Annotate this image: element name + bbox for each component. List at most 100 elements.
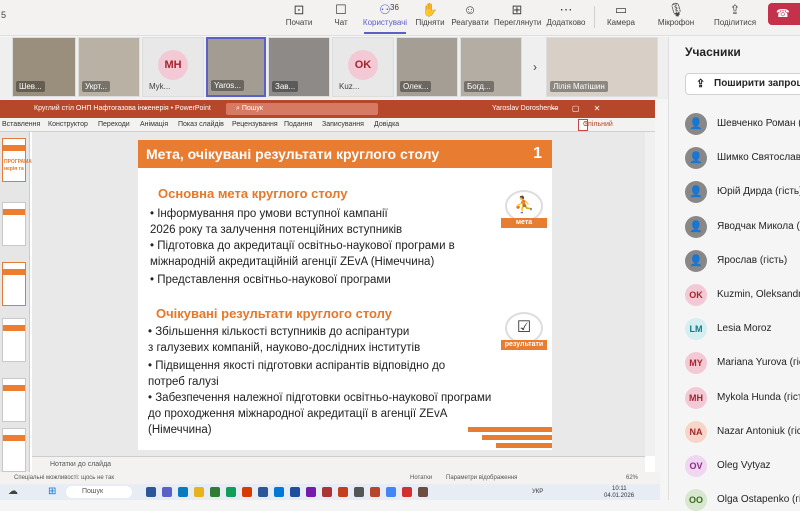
weather-icon[interactable]: ☁ (8, 486, 18, 497)
ribbon-tab[interactable]: Анімація (140, 118, 168, 132)
slide-bullet: потреб галузі (148, 376, 219, 388)
participant-row[interactable]: OOOlga Ostapenko (гість) (685, 487, 800, 511)
leave-button[interactable]: ☎ (768, 3, 800, 25)
avatar: OO (685, 489, 707, 511)
participant-name: Kuzmin, Oleksandr (717, 289, 800, 300)
slide-notes[interactable]: Нотатки до слайда (32, 456, 645, 472)
app-icon[interactable] (306, 487, 316, 497)
share-icon: ⇪ (729, 2, 741, 17)
view-button[interactable]: ⊞ Переглянути (494, 2, 541, 27)
app-icon[interactable] (178, 487, 188, 497)
participant-row[interactable]: MH Mykola Hunda (гість) (685, 385, 800, 409)
ribbon-tab[interactable]: Подання (284, 118, 312, 132)
share-invite-button[interactable]: ⇪ Поширити запрошення (685, 73, 800, 95)
app-icon[interactable] (418, 487, 428, 497)
slide-thumbnail[interactable] (2, 318, 26, 362)
windows-start-icon[interactable]: ⊞ (48, 486, 56, 497)
app-icon[interactable] (322, 487, 332, 497)
app-icon[interactable] (402, 487, 412, 497)
participant-row[interactable]: 👤 Шимко Святослав (гість) (685, 145, 800, 170)
video-tile[interactable]: Шев... (12, 37, 76, 97)
app-icon[interactable] (210, 487, 220, 497)
ppt-ribbon-tabs: Вставлення Конструктор Переходи Анімація… (0, 118, 655, 138)
camera-button[interactable]: ▭ Камера (598, 2, 644, 27)
video-tile-selected[interactable]: Yaros... (206, 37, 266, 97)
word-icon[interactable] (258, 487, 268, 497)
microphone-icon: 🎙 (667, 2, 685, 17)
ppt-share-button[interactable]: ⇪ Спільний доступ (578, 119, 613, 138)
participant-row[interactable]: 👤 Яводчак Микола (гість) (685, 214, 800, 238)
ribbon-tab[interactable]: Записування (322, 118, 364, 132)
app-icon[interactable] (354, 487, 364, 497)
ppt-search[interactable]: ⌕ Пошук (226, 103, 378, 115)
video-strip: Шев... Укрт... MH Myk... Yaros... Зав...… (0, 37, 668, 99)
teams-icon[interactable] (162, 487, 172, 497)
participant-name: Oleg Vytyaz (717, 460, 771, 471)
app-icon[interactable] (370, 487, 380, 497)
current-slide[interactable]: Мета, очікувані результати круглого стол… (138, 140, 552, 450)
more-icon: ⋯ (559, 2, 573, 17)
notes-toggle[interactable]: Нотатки (410, 472, 432, 484)
slide-scrollbar[interactable] (645, 132, 655, 456)
participant-row[interactable]: OK Kuzmin, Oleksandr (685, 282, 800, 306)
ppt-status-bar: Спеціальні можливості: щось не так Нотат… (0, 472, 660, 484)
chat-button[interactable]: ☐ Чат (318, 2, 364, 27)
app-icon[interactable] (386, 487, 396, 497)
ribbon-tab[interactable]: Довідка (374, 118, 399, 132)
video-tile-avatar[interactable]: MH Myk... (142, 37, 204, 97)
edge-icon[interactable] (274, 487, 284, 497)
ribbon-tab[interactable]: Конструктор (48, 118, 88, 132)
participant-row[interactable]: MY Mariana Yurova (гість) (685, 350, 800, 375)
react-button[interactable]: ☺ Реагувати (447, 2, 493, 27)
participant-name: Юрій Дирда (гість) (717, 186, 800, 198)
ribbon-tab[interactable]: Вставлення (2, 118, 40, 132)
microphone-button[interactable]: 🎙 Мікрофон (653, 2, 699, 27)
clock-date[interactable]: 04.01.2026 (604, 493, 634, 499)
participant-row[interactable]: 👤 Юрій Дирда (гість) (685, 179, 800, 204)
zoom-level[interactable]: 62% (626, 472, 638, 484)
slide-page-number: 1 (533, 145, 542, 162)
app-icon[interactable] (146, 487, 156, 497)
people-button[interactable]: ⚇ 36 Користувачі (362, 2, 408, 27)
video-tile[interactable]: Укрт... (78, 37, 140, 97)
language-indicator[interactable]: УКР (532, 489, 543, 495)
participant-row[interactable]: 👤 Шевченко Роман (гість) (685, 111, 800, 135)
slide-thumbnail[interactable]: ПРОГРАМА нерія та (2, 138, 32, 182)
slide-thumbnail[interactable] (2, 378, 26, 422)
chrome-icon[interactable] (226, 487, 236, 497)
window-controls[interactable]: ─ ▢ ✕ (552, 100, 606, 118)
participant-row[interactable]: OV Oleg Vytyaz (685, 453, 800, 477)
video-tile[interactable]: Олек... (396, 37, 458, 97)
slide-header: Мета, очікувані результати круглого стол… (138, 140, 552, 168)
slide-thumbnail[interactable] (2, 262, 26, 306)
chevron-right-icon[interactable]: › (528, 55, 542, 79)
record-button[interactable]: ⊡ Почати (276, 2, 322, 27)
more-button[interactable]: ⋯ Додатково (543, 2, 589, 27)
slide-thumbnail[interactable] (2, 428, 26, 472)
accessibility-status[interactable]: Спеціальні можливості: щось не так (14, 472, 114, 484)
phone-icon: ☎ (776, 8, 790, 20)
chat-icon: ☐ (335, 2, 347, 17)
participant-name: Mariana Yurova (гість) (717, 357, 800, 369)
participant-row[interactable]: NA Nazar Antoniuk (гість) (685, 419, 800, 443)
display-settings[interactable]: Параметри відображення (446, 472, 517, 484)
clock-time[interactable]: 10:11 (612, 486, 627, 492)
avatar: OK (348, 50, 378, 80)
taskbar-search[interactable]: Пошук (66, 486, 132, 498)
video-tile[interactable]: Лілія Матішин (546, 37, 658, 97)
participant-row[interactable]: 👤 Ярослав (гість) (685, 248, 800, 272)
powerpoint-icon[interactable] (338, 487, 348, 497)
participant-row[interactable]: LM Lesia Moroz (685, 316, 800, 341)
participant-name: Ярослав (гість) (717, 254, 788, 266)
video-tile-avatar[interactable]: OK Kuz... (332, 37, 394, 97)
app-icon[interactable] (290, 487, 300, 497)
share-button[interactable]: ⇪ Поділитися (712, 2, 758, 27)
app-icon[interactable] (242, 487, 252, 497)
ribbon-tab[interactable]: Показ слайдів (178, 118, 224, 132)
folder-icon[interactable] (194, 487, 204, 497)
video-tile[interactable]: Богд... (460, 37, 522, 97)
slide-thumbnail[interactable] (2, 202, 26, 246)
ribbon-tab[interactable]: Переходи (98, 118, 130, 132)
video-tile[interactable]: Зав... (268, 37, 330, 97)
ribbon-tab[interactable]: Рецензування (232, 118, 278, 132)
